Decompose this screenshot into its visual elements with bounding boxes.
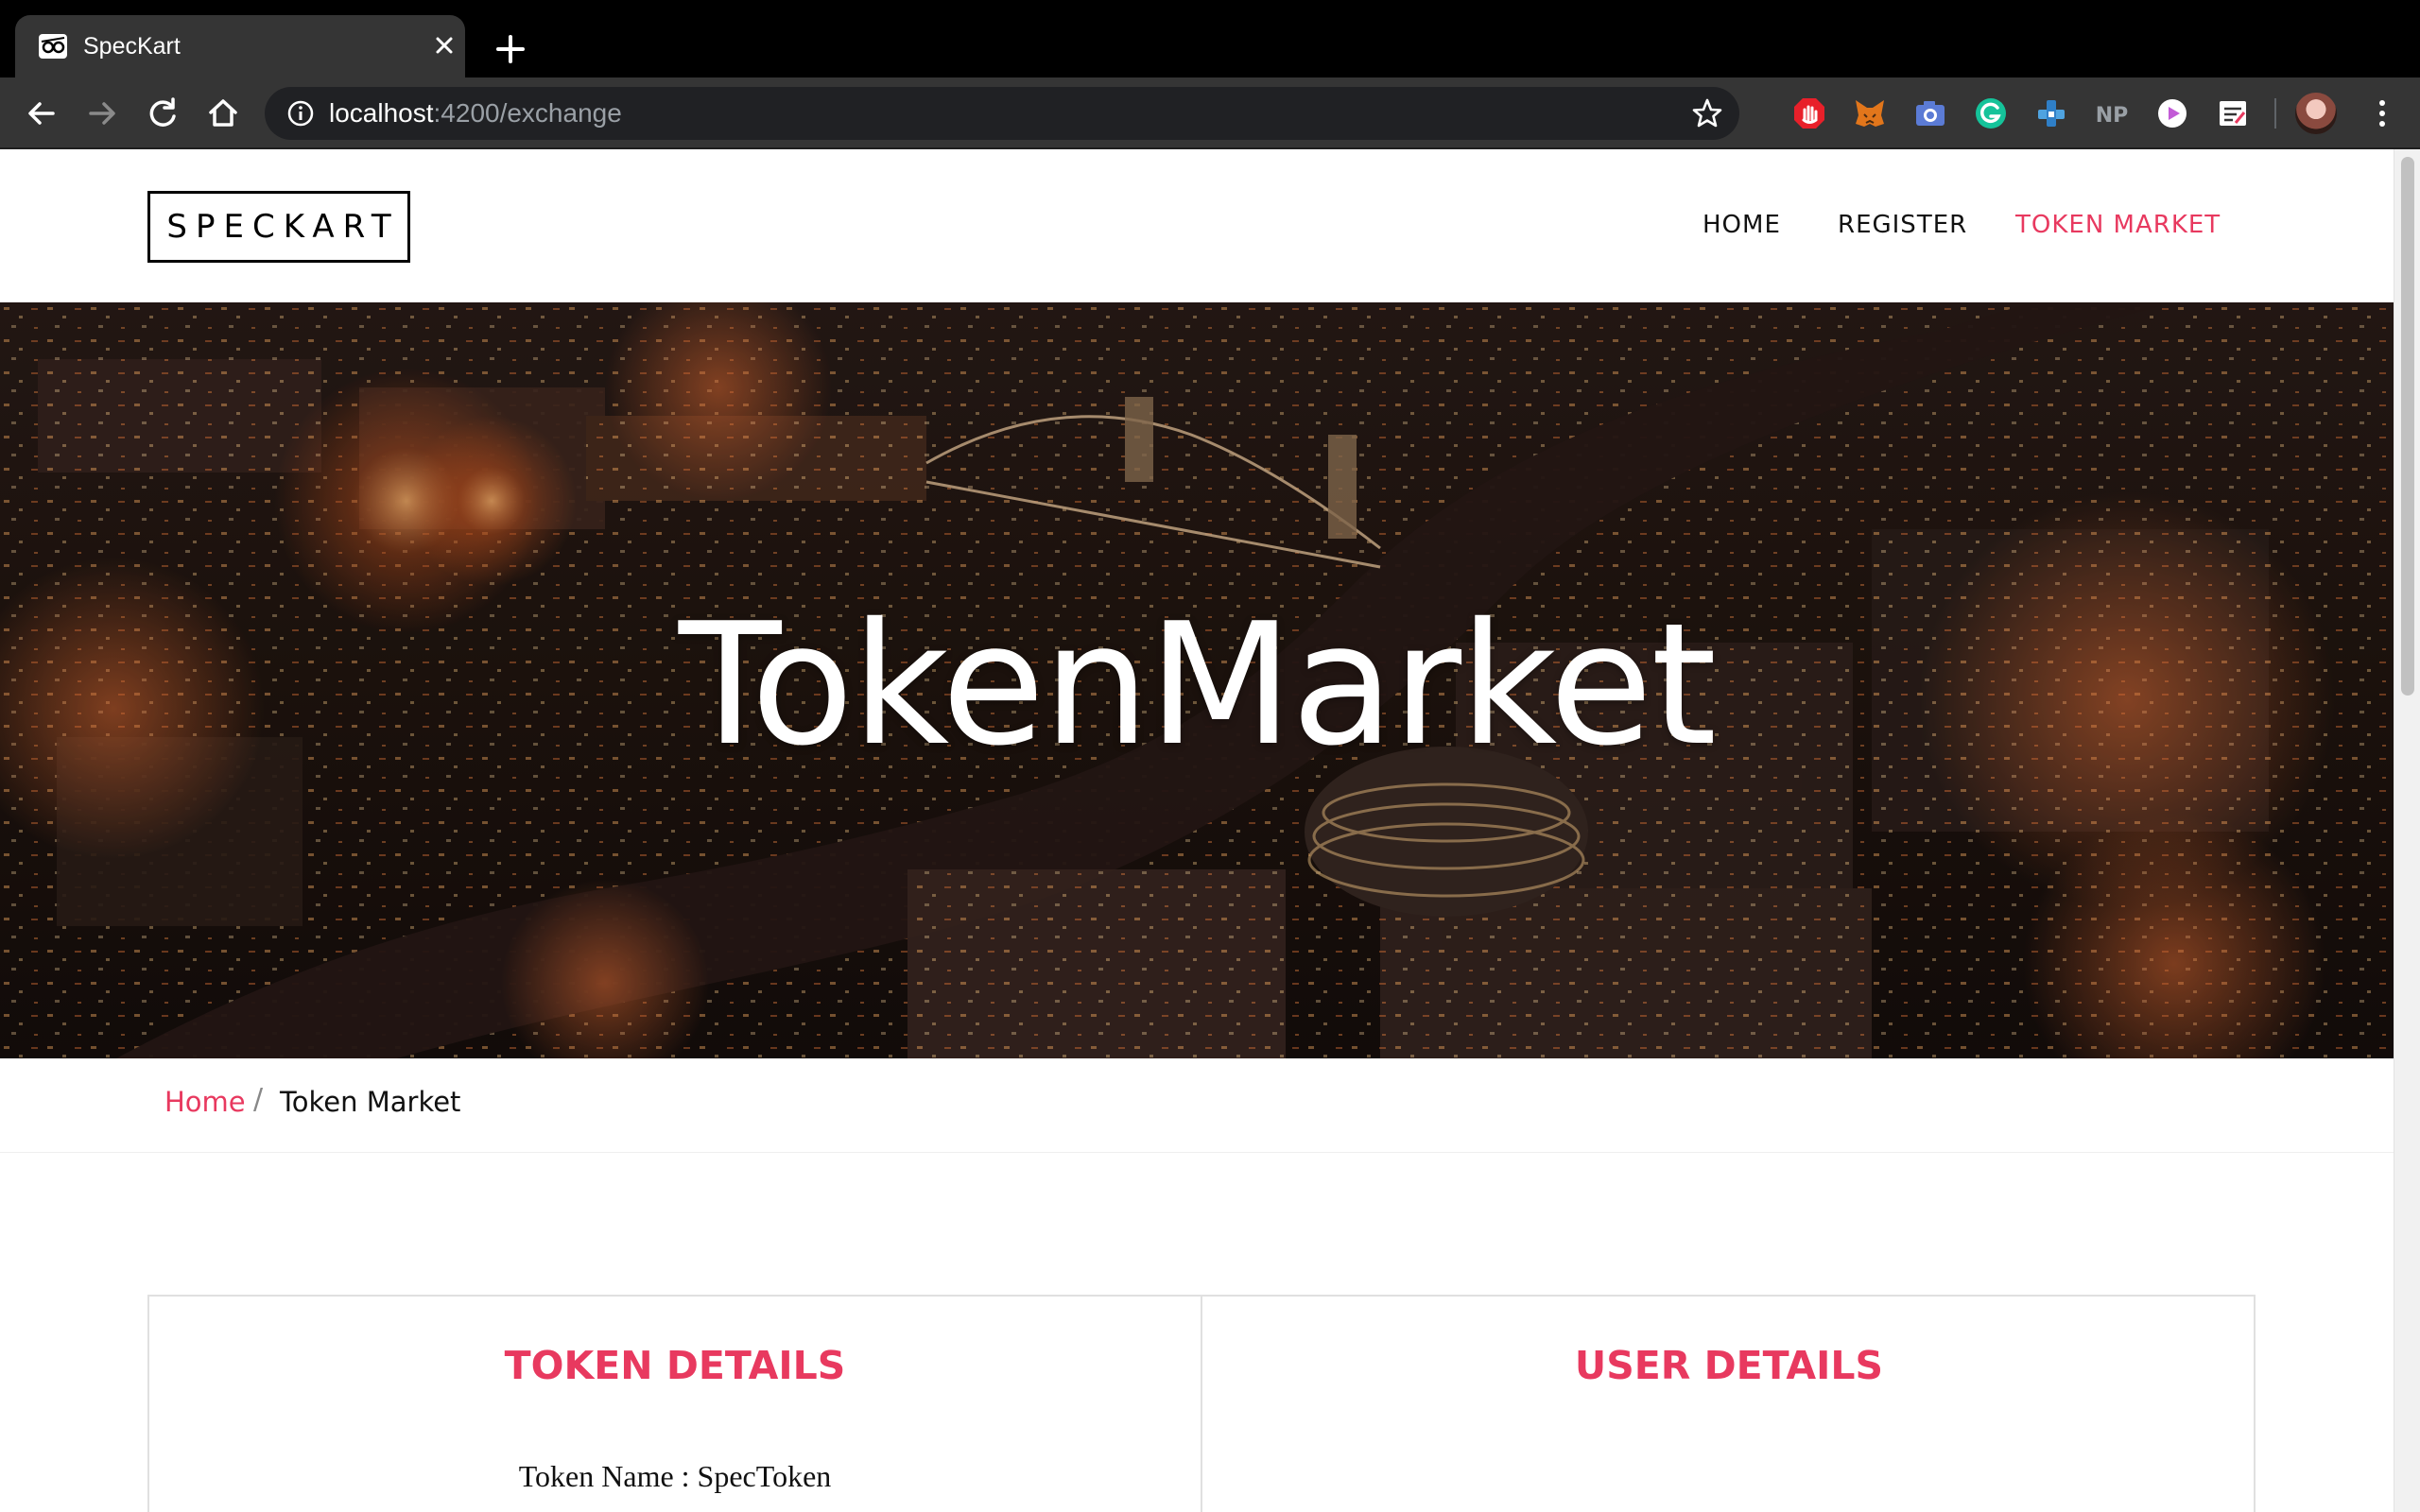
token-name-text: Token Name : SpecToken bbox=[518, 1459, 832, 1493]
nav-token-market[interactable]: TOKEN MARKET bbox=[2015, 210, 2221, 240]
address-bar[interactable]: localhost:4200/exchange bbox=[265, 87, 1739, 140]
user-details-title: USER DETAILS bbox=[1574, 1343, 1884, 1388]
hero-title: TokenMarket bbox=[678, 587, 1717, 782]
puzzle-extension-icon[interactable] bbox=[2034, 96, 2068, 130]
url-path: :4200/exchange bbox=[433, 98, 622, 128]
nav-home[interactable]: HOME bbox=[1703, 210, 1781, 240]
browser-toolbar: localhost:4200/exchange NP bbox=[0, 77, 2420, 149]
tab-title: SpecKart bbox=[83, 33, 181, 60]
back-arrow-icon[interactable] bbox=[21, 93, 62, 134]
profile-avatar[interactable] bbox=[2295, 93, 2337, 134]
breadcrumb-home-link[interactable]: Home bbox=[164, 1085, 246, 1119]
np-extension-icon[interactable]: NP bbox=[2095, 96, 2129, 130]
adblock-icon[interactable] bbox=[1792, 96, 1826, 130]
browser-tab-strip: SpecKart bbox=[0, 0, 2420, 77]
notes-extension-icon[interactable] bbox=[2216, 96, 2250, 130]
site-logo[interactable]: SPECKART bbox=[147, 191, 410, 263]
new-tab-plus-icon[interactable] bbox=[490, 28, 531, 70]
breadcrumb-separator: / bbox=[253, 1083, 264, 1116]
page-scrollbar[interactable] bbox=[2394, 149, 2420, 1512]
hero-banner: TokenMarket bbox=[0, 302, 2394, 1058]
camera-icon[interactable] bbox=[1913, 96, 1947, 130]
speckart-favicon-icon bbox=[39, 34, 67, 59]
np-extension-label: NP bbox=[2096, 104, 2129, 128]
bookmark-star-icon[interactable] bbox=[1690, 96, 1724, 130]
site-header: SPECKART HOME REGISTER TOKEN MARKET bbox=[0, 149, 2394, 302]
reload-icon[interactable] bbox=[142, 93, 183, 134]
panel-divider bbox=[1201, 1297, 1202, 1512]
breadcrumb: Home / Token Market bbox=[0, 1058, 2394, 1153]
url-text: localhost:4200/exchange bbox=[329, 98, 622, 129]
media-player-icon[interactable] bbox=[2155, 96, 2189, 130]
nav-register[interactable]: REGISTER bbox=[1838, 210, 1967, 240]
url-host: localhost bbox=[329, 98, 434, 128]
details-panels: TOKEN DETAILS Token Name : SpecToken USE… bbox=[147, 1295, 2256, 1512]
token-details-title: TOKEN DETAILS bbox=[504, 1343, 846, 1388]
tab-close-icon[interactable] bbox=[427, 28, 461, 62]
grammarly-icon[interactable] bbox=[1974, 96, 2008, 130]
metamask-icon[interactable] bbox=[1853, 96, 1887, 130]
forward-arrow-icon[interactable] bbox=[81, 93, 123, 134]
site-info-icon[interactable] bbox=[285, 98, 316, 129]
home-icon[interactable] bbox=[202, 93, 244, 134]
scrollbar-thumb[interactable] bbox=[2401, 157, 2414, 696]
toolbar-separator bbox=[2274, 98, 2276, 129]
browser-tab[interactable]: SpecKart bbox=[15, 15, 465, 77]
breadcrumb-current: Token Market bbox=[280, 1086, 461, 1118]
browser-menu-icon[interactable] bbox=[2363, 94, 2401, 132]
page-viewport: SPECKART HOME REGISTER TOKEN MARKET Toke… bbox=[0, 149, 2394, 1512]
